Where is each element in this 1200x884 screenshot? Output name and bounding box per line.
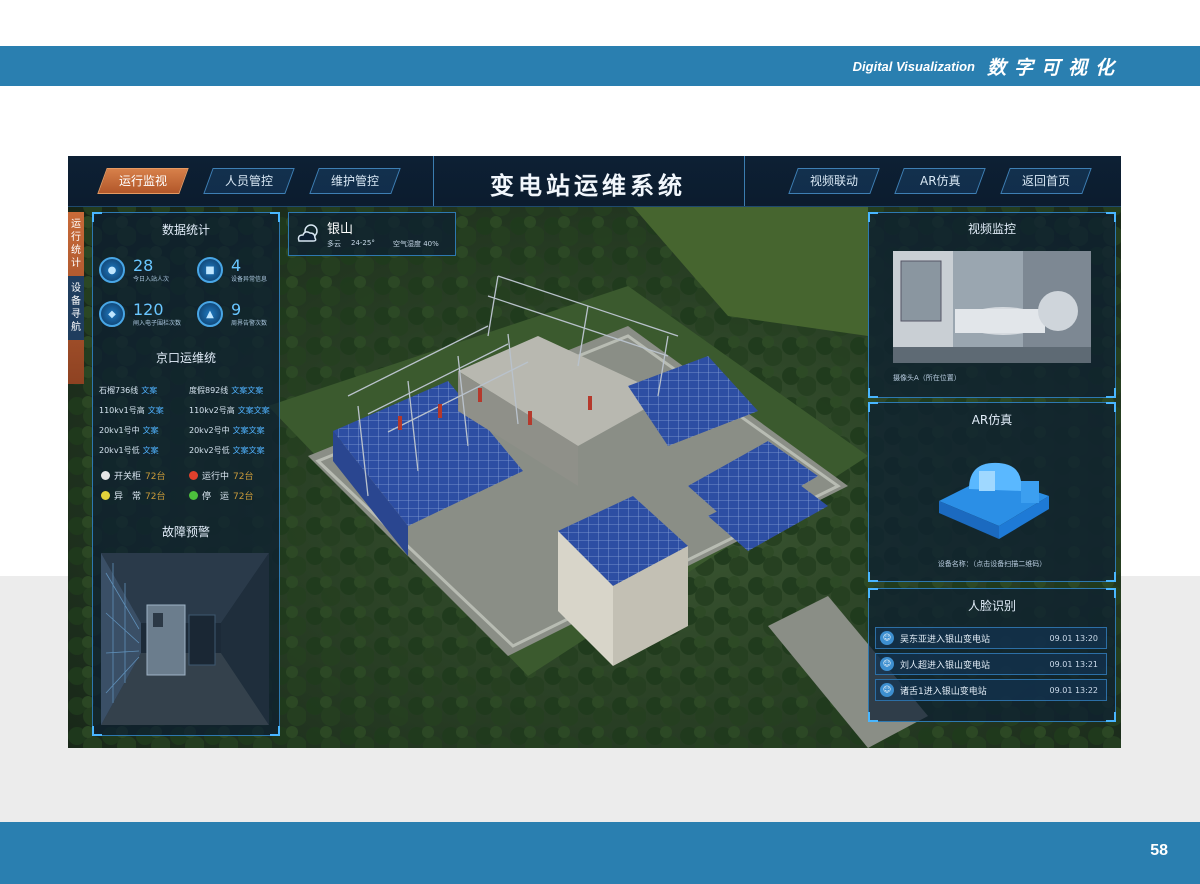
face-icon: ☺	[880, 683, 894, 697]
nav-video-linkage[interactable]: 视频联动	[788, 168, 880, 194]
video-title: 视频监控	[967, 222, 1016, 236]
ar-equipment-model[interactable]	[929, 451, 1059, 541]
weather-city: 银山	[327, 222, 354, 237]
cloudy-weather-icon	[297, 224, 318, 242]
nav-maintenance-control[interactable]: 维护管控	[309, 168, 401, 194]
camera-feed[interactable]	[893, 251, 1091, 363]
brand-english: Digital Visualization	[852, 58, 975, 74]
tab-device-navigation[interactable]: 设备寻航	[68, 276, 84, 340]
tab-run-statistics[interactable]: 运行统计	[71, 219, 81, 269]
weather-condition: 多云	[327, 240, 341, 248]
legend-running: 运行中 72台	[189, 469, 253, 482]
kpi-fence-intrusions: ◆ 120 闸入电子围栏次数	[99, 301, 181, 327]
face-record-row[interactable]: ☺ 诸舌1进入银山变电站 09.01 13:22	[875, 679, 1107, 701]
weather-humidity: 空气湿度 40%	[393, 240, 439, 248]
dashboard-screenshot: 运行监视 人员管控 维护管控 变电站运维系统 视频联动 AR仿真 返回首页 运行…	[68, 156, 1121, 748]
legend-dot-red	[189, 471, 198, 480]
brand-chinese: 数字可视化	[986, 56, 1122, 79]
ar-title: AR仿真	[971, 413, 1013, 427]
line-row[interactable]: 20kv2号中 文案文案	[189, 425, 265, 436]
side-tab-bar: 运行统计 设备寻航	[68, 212, 84, 384]
legend-dot-white	[101, 471, 110, 480]
face-record-row[interactable]: ☺ 刘人超进入银山变电站 09.01 13:21	[875, 653, 1107, 675]
top-navigation-bar: 运行监视 人员管控 维护管控 变电站运维系统 视频联动 AR仿真 返回首页	[68, 156, 1121, 207]
ar-simulation-panel: AR仿真 设备名称：（点击设备扫描二维码）	[868, 402, 1116, 582]
line-row[interactable]: 110kv2号高 文案文案	[189, 405, 270, 416]
system-title: 变电站运维系统	[490, 172, 686, 200]
legend-switchgear: 开关柜 72台	[101, 469, 165, 482]
lines-title: 京口运维统	[155, 351, 216, 365]
line-row[interactable]: 110kv1号高 文案	[99, 405, 164, 416]
face-title: 人脸识别	[967, 599, 1016, 613]
weather-widget: 银山 多云 24-25° 空气湿度 40%	[288, 212, 456, 256]
brand-header: Digital Visualization 数字可视化	[853, 46, 1122, 86]
nav-return-home[interactable]: 返回首页	[1000, 168, 1092, 194]
device-icon: ■	[197, 257, 223, 283]
footer-band	[0, 822, 1200, 884]
kpi-perimeter-alarms: ▲ 9 周界告警次数	[197, 301, 267, 327]
fence-icon: ◆	[99, 301, 125, 327]
kpi-visitors: ● 28 今日入站人次	[99, 257, 169, 283]
alarm-icon: ▲	[197, 301, 223, 327]
nav-ar-simulation[interactable]: AR仿真	[894, 168, 986, 194]
person-icon: ●	[99, 257, 125, 283]
fault-room-image[interactable]	[101, 553, 269, 725]
kpi-device-alerts: ■ 4 设备异常信息	[197, 257, 267, 283]
face-record-row[interactable]: ☺ 吴东亚进入银山变电站 09.01 13:20	[875, 627, 1107, 649]
weather-temperature: 24-25°	[351, 239, 375, 247]
face-icon: ☺	[880, 657, 894, 671]
legend-stopped: 停 运 72台	[189, 489, 253, 502]
ar-caption: 设备名称：（点击设备扫描二维码）	[937, 560, 1047, 568]
face-recognition-panel: 人脸识别 ☺ 吴东亚进入银山变电站 09.01 13:20 ☺ 刘人超进入银山变电站 0…	[868, 588, 1116, 722]
line-row[interactable]: 石榴736线 文案	[99, 385, 157, 396]
legend-dot-yellow	[101, 491, 110, 500]
line-row[interactable]: 20kv1号中 文案	[99, 425, 159, 436]
legend-dot-green	[189, 491, 198, 500]
nav-run-monitoring[interactable]: 运行监视	[97, 168, 189, 194]
nav-personnel-control[interactable]: 人员管控	[203, 168, 295, 194]
left-stats-panel: 数据统计 ● 28 今日入站人次 ■ 4 设备异常信息 ◆ 120 闸入电子围栏次数 …	[92, 212, 280, 736]
line-row[interactable]: 20kv2号低 文案文案	[189, 445, 265, 456]
camera-caption: 摄像头A（所在位置）	[893, 374, 961, 382]
page-number: 58	[1150, 842, 1168, 859]
video-monitor-panel: 视频监控 摄像头A（所在位置）	[868, 212, 1116, 398]
line-row[interactable]: 20kv1号低 文案	[99, 445, 159, 456]
legend-abnormal: 异 常 72台	[101, 489, 165, 502]
line-row[interactable]: 度假892线 文案文案	[189, 385, 263, 396]
fault-title: 故障预警	[161, 525, 210, 539]
stats-title: 数据统计	[161, 223, 210, 237]
face-icon: ☺	[880, 631, 894, 645]
